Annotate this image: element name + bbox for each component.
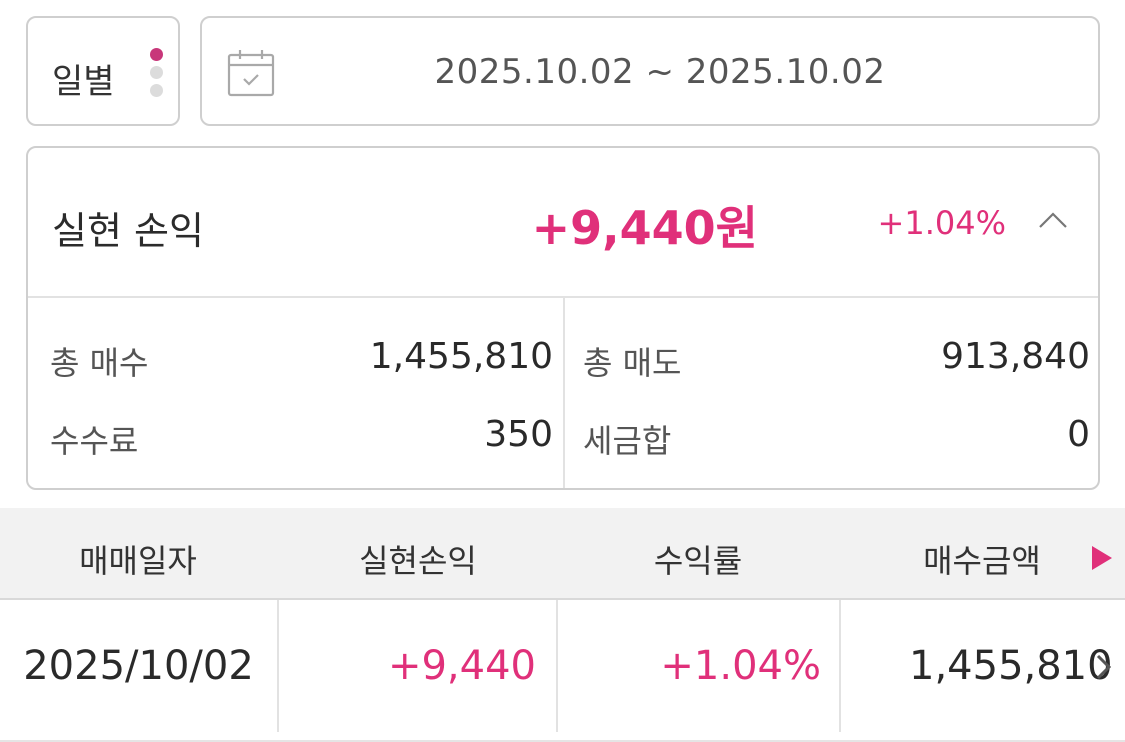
summary-title: 실현 손익 [52,209,204,253]
total-sell-row: 총 매도 913,840 [565,334,1098,384]
column-header-rate[interactable]: 수익률 [598,536,798,582]
cell-pnl: +9,440 [279,600,558,732]
period-selector[interactable]: 일별 [26,16,180,126]
period-dot-active [150,48,163,61]
table-header: 매매일자 실현손익 수익률 매수금액 [0,508,1125,600]
table-body: 2025/10/02 +9,440 +1.04% 1,455,810 [0,600,1125,742]
column-header-buy-amount[interactable]: 매수금액 [882,536,1082,582]
cell-buy-amount: 1,455,810 [909,643,1113,689]
summary-rate: +1.04% [877,204,1006,242]
fee-row: 수수료 350 [28,412,563,462]
total-buy-label: 총 매수 [50,344,149,382]
column-header-date[interactable]: 매매일자 [38,536,238,582]
summary-details: 총 매수 1,455,810 수수료 350 총 매도 913,840 세금합 … [28,298,1098,488]
date-range-picker[interactable]: 2025.10.02 ~ 2025.10.02 [200,16,1100,126]
summary-amount: +9,440원 [531,201,758,255]
cell-rate: +1.04% [558,600,841,732]
total-sell-value: 913,840 [941,336,1090,377]
period-dot [150,66,163,79]
fee-label: 수수료 [50,422,139,460]
date-range-text: 2025.10.02 ~ 2025.10.02 [434,52,886,92]
period-toggle-dots [150,48,164,102]
cell-date: 2025/10/02 [0,600,279,732]
summary-left-column: 총 매수 1,455,810 수수료 350 [28,298,565,488]
column-header-pnl[interactable]: 실현손익 [318,536,518,582]
realized-pnl-summary: 실현 손익 +9,440원 +1.04% 총 매수 1,455,810 수수료 … [26,146,1100,490]
tax-row: 세금합 0 [565,412,1098,462]
summary-right-column: 총 매도 913,840 세금합 0 [565,298,1098,488]
chevron-right-icon[interactable] [1094,652,1114,682]
tax-label: 세금합 [583,422,672,460]
summary-header[interactable]: 실현 손익 +9,440원 +1.04% [28,148,1098,298]
fee-value: 350 [484,414,553,455]
period-label: 일별 [52,62,115,102]
tax-value: 0 [1067,414,1090,455]
play-right-icon[interactable] [1090,544,1114,572]
total-buy-value: 1,455,810 [369,336,553,377]
period-dot [150,84,163,97]
chevron-up-icon[interactable] [1038,210,1068,230]
total-sell-label: 총 매도 [583,344,682,382]
total-buy-row: 총 매수 1,455,810 [28,334,563,384]
